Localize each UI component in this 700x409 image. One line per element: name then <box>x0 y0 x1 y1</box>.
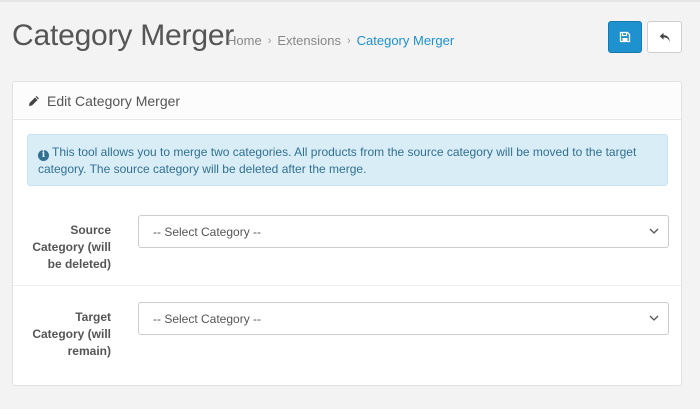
breadcrumb-home[interactable]: Home <box>227 33 262 49</box>
save-icon <box>619 31 631 43</box>
target-category-value: -- Select Category -- <box>153 311 262 326</box>
save-button[interactable] <box>608 21 642 53</box>
reply-icon <box>659 32 670 42</box>
form-group-source: Source Category (will be deleted) -- Sel… <box>13 200 681 286</box>
back-button[interactable] <box>647 21 682 53</box>
alert-text: This tool allows you to merge two catego… <box>38 145 637 176</box>
breadcrumb-extensions[interactable]: Extensions <box>277 33 341 49</box>
top-border <box>0 0 700 2</box>
chevron-down-icon <box>649 315 659 321</box>
breadcrumb-separator: › <box>346 35 351 47</box>
target-category-label: Target Category (will remain) <box>32 310 111 358</box>
breadcrumb-current[interactable]: Category Merger <box>357 33 455 49</box>
source-category-select[interactable]: -- Select Category -- <box>138 215 669 248</box>
panel-heading: Edit Category Merger <box>13 82 681 120</box>
form-group-target: Target Category (will remain) -- Select … <box>13 287 681 373</box>
page-title: Category Merger <box>12 19 235 52</box>
edit-panel: Edit Category Merger i This tool allows y… <box>12 81 682 386</box>
target-category-select[interactable]: -- Select Category -- <box>138 302 669 335</box>
breadcrumb: Home › Extensions › Category Merger <box>227 33 454 49</box>
source-category-label: Source Category (will be deleted) <box>32 223 111 271</box>
info-alert: i This tool allows you to merge two categ… <box>27 134 668 186</box>
breadcrumb-separator: › <box>267 35 272 47</box>
chevron-down-icon <box>649 228 659 234</box>
pencil-icon <box>29 95 39 106</box>
panel-title: Edit Category Merger <box>47 92 181 109</box>
info-circle-icon: i <box>38 150 49 161</box>
source-category-value: -- Select Category -- <box>153 224 262 239</box>
